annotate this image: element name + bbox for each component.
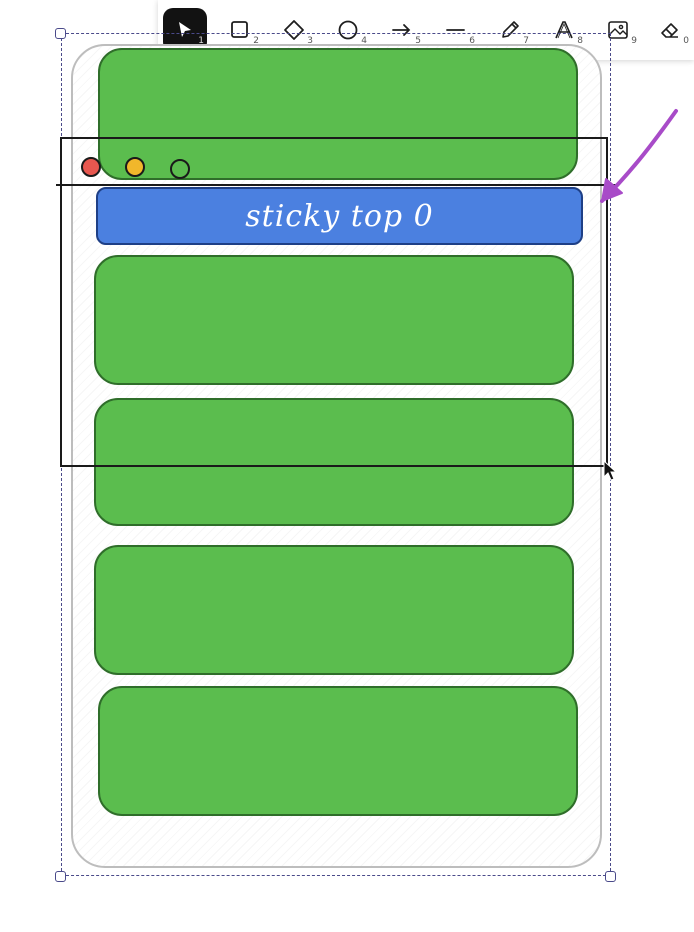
eraser-tool-button[interactable]: 0 [648,8,692,52]
resize-handle-top-left[interactable] [55,28,66,39]
eraser-icon [661,23,678,38]
red-dot-icon [81,157,101,177]
yellow-dot-icon [125,157,145,177]
empty-dot-icon [170,159,190,179]
green-card[interactable] [94,545,574,675]
mouse-cursor-icon [603,460,617,481]
resize-handle-bottom-left[interactable] [55,871,66,882]
viewport-header-line[interactable] [56,184,616,186]
viewport-rectangle[interactable] [60,137,608,467]
resize-handle-bottom-right[interactable] [605,871,616,882]
purple-arrow-icon[interactable] [590,105,685,215]
tool-key: 0 [683,36,689,46]
tool-key: 9 [631,36,637,46]
green-card[interactable] [98,686,578,816]
